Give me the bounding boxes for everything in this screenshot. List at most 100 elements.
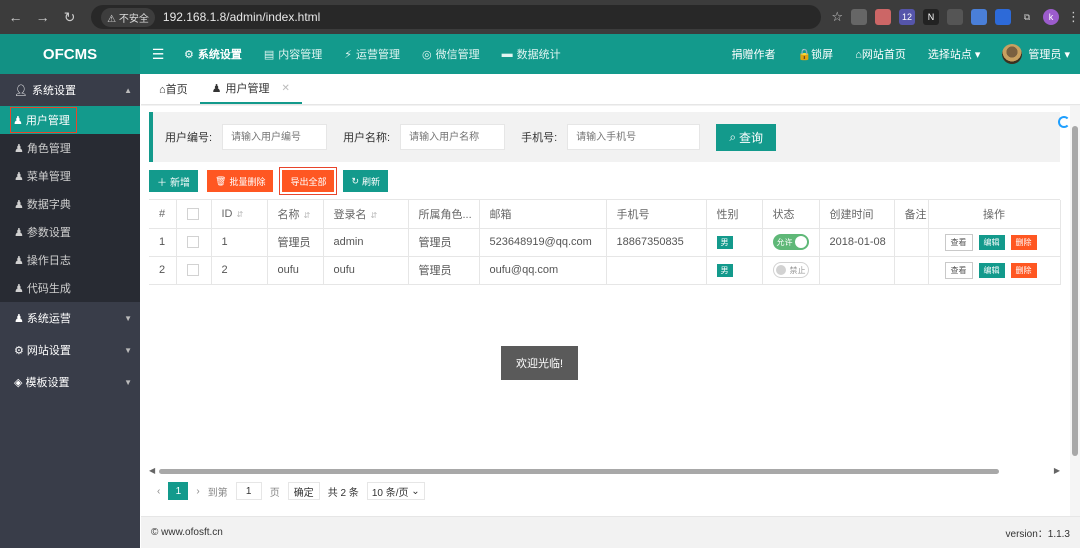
user-no-input[interactable] [222,124,328,150]
horizontal-scrollbar[interactable]: ◀ ▶ [149,466,1060,476]
row-checkbox[interactable] [186,264,199,277]
add-button[interactable]: ＋ 新增 [149,170,198,192]
phone-input[interactable] [567,124,701,150]
browser-toolbar: ← → ↻ ⚠ 不安全 192.168.1.8/admin/index.html… [0,0,1080,34]
top-menu-wechat[interactable]: ◎ 微信管理 [422,46,480,62]
user-menu[interactable]: 管理员 ▾ [1002,44,1070,64]
view-button[interactable]: 查看 [944,261,973,279]
prev-page-icon[interactable]: ‹ [157,486,160,497]
cell-id: 2 [211,256,268,285]
col-login-label: 登录名 [333,208,367,221]
forward-icon[interactable]: → [31,5,54,29]
view-button[interactable]: 查看 [944,233,973,251]
refresh-button[interactable]: ↻ 刷新 [343,170,389,192]
cell-checkbox[interactable] [176,256,212,285]
col-status: 状态 [762,200,820,229]
goto-confirm-button[interactable]: 确定 [287,482,320,500]
sidebar-item-params[interactable]: ♟ 参数设置 [0,218,140,246]
sidebar-item-menus[interactable]: ♟ 菜单管理 [0,162,140,190]
cell-email: 523648919@qq.com [479,228,607,257]
scrollbar-thumb[interactable] [159,469,999,474]
extension-badge-icon[interactable]: 12 [899,9,915,25]
edit-button[interactable]: 编辑 [978,234,1005,250]
extension-icon[interactable]: N [923,9,939,25]
cell-checkbox[interactable] [176,228,212,257]
next-page-icon[interactable]: › [196,486,199,497]
sort-icon[interactable]: ⇵ [237,210,244,219]
page-current[interactable]: 1 [168,482,189,500]
sidebar-group-system[interactable]: 👤︎ 系统设置 ▲ [0,74,140,106]
top-menu-label: 系统设置 [197,49,242,61]
sort-icon[interactable]: ⇵ [371,211,378,220]
wechat-icon: ◎ [422,48,432,61]
col-id[interactable]: ID ⇵ [211,200,268,229]
insecure-badge[interactable]: ⚠ 不安全 [101,7,155,27]
donate-link[interactable]: 捐赠作者 [731,46,775,62]
puzzle-icon[interactable]: ⧉ [1019,9,1035,25]
status-toggle[interactable]: 禁止 [772,262,809,278]
lock-screen-link[interactable]: 🔒锁屏 [797,46,833,62]
tab-home[interactable]: ⌂首页 [147,74,200,104]
refresh-label: 刷新 [362,176,381,187]
batch-delete-button[interactable]: 🗑︎ 批量删除 [207,170,274,192]
tab-user-management[interactable]: ♟ 用户管理 ✕ [199,74,302,104]
main-area: ⌂首页 ♟ 用户管理 ✕ 用户编号: 用户名称: 手机号: ⌕查询 ＋ 新增 🗑… [141,74,1080,548]
select-all-checkbox[interactable] [186,207,199,220]
sidebar-group-ops[interactable]: ♟ 系统运营 ▼ [0,302,140,334]
gear-icon: ⚙ [184,48,194,61]
extension-icon[interactable] [851,9,867,25]
delete-button[interactable]: 删除 [1010,234,1037,250]
vertical-scrollbar[interactable] [1070,106,1080,516]
col-email: 邮箱 [479,200,607,229]
sidebar-submenu: ♟ 用户管理 ♟ 角色管理 ♟ 菜单管理 ♟ 数据字典 ♟ 参数设置 ♟ 操作日… [0,106,140,302]
avatar [1002,44,1023,64]
top-menu-operations[interactable]: ⚡ 运营管理 [344,46,400,62]
search-icon: ⌕ [729,129,737,144]
status-toggle[interactable]: 允许 [772,234,809,250]
close-icon[interactable]: ✕ [282,83,290,94]
sidebar-item-dictionary[interactable]: ♟ 数据字典 [0,190,140,218]
sidebar-item-logs[interactable]: ♟ 操作日志 [0,246,140,274]
site-home-link[interactable]: ⌂网站首页 [855,46,906,62]
top-right-nav: 捐赠作者 🔒锁屏 ⌂网站首页 选择站点 ▾ 管理员 ▾ [731,34,1080,74]
scroll-right-icon[interactable]: ▶ [1054,466,1060,475]
col-name[interactable]: 名称 ⇵ [267,200,324,229]
scroll-left-icon[interactable]: ◀ [149,466,155,475]
sidebar-item-users[interactable]: ♟ 用户管理 [0,106,140,134]
top-menu-system[interactable]: ⚙ 系统设置 [184,46,242,62]
user-no-label: 用户编号: [165,132,213,144]
menu-toggle-icon[interactable]: ☰ [146,46,170,63]
extension-icon[interactable] [875,9,891,25]
sidebar-group-site[interactable]: ⚙ 网站设置 ▼ [0,334,140,366]
extension-icon[interactable] [995,9,1011,25]
translate-icon[interactable] [971,9,987,25]
kebab-menu-icon[interactable]: ⋮ [1067,9,1080,25]
scrollbar-thumb[interactable] [1072,126,1078,456]
col-checkbox[interactable] [176,200,212,229]
cell-email: oufu@qq.com [479,256,607,285]
star-icon[interactable]: ☆ [831,9,843,25]
col-login[interactable]: 登录名 ⇵ [323,200,409,229]
delete-button[interactable]: 删除 [1010,262,1037,278]
sidebar-group-template[interactable]: ◈ 模板设置 ▼ [0,366,140,398]
sidebar-item-codegen[interactable]: ♟ 代码生成 [0,274,140,302]
edit-button[interactable]: 编辑 [978,262,1005,278]
profile-avatar[interactable]: k [1043,9,1059,25]
top-menu-stats[interactable]: ▬ 数据统计 [502,46,561,62]
query-button[interactable]: ⌕ 查询 [716,123,777,151]
extension-icon[interactable] [947,9,963,25]
top-menu-content[interactable]: ▤ 内容管理 [264,46,322,62]
goto-page-input[interactable]: 1 [235,482,262,500]
site-select-dropdown[interactable]: 选择站点 ▾ [928,46,981,62]
row-checkbox[interactable] [186,236,199,249]
export-all-button[interactable]: 导出全部 [279,167,338,195]
back-icon[interactable]: ← [4,5,27,29]
chevron-down-icon: ▼ [124,377,132,387]
cell-actions: 查看 编辑 删除 [928,228,1061,257]
address-bar[interactable]: ⚠ 不安全 192.168.1.8/admin/index.html [91,5,822,29]
reload-icon[interactable]: ↻ [58,5,81,29]
sidebar-item-roles[interactable]: ♟ 角色管理 [0,134,140,162]
page-size-select[interactable]: 10 条/页 ⌄ [366,482,425,500]
user-name-input[interactable] [400,124,506,150]
sort-icon[interactable]: ⇵ [304,211,311,220]
